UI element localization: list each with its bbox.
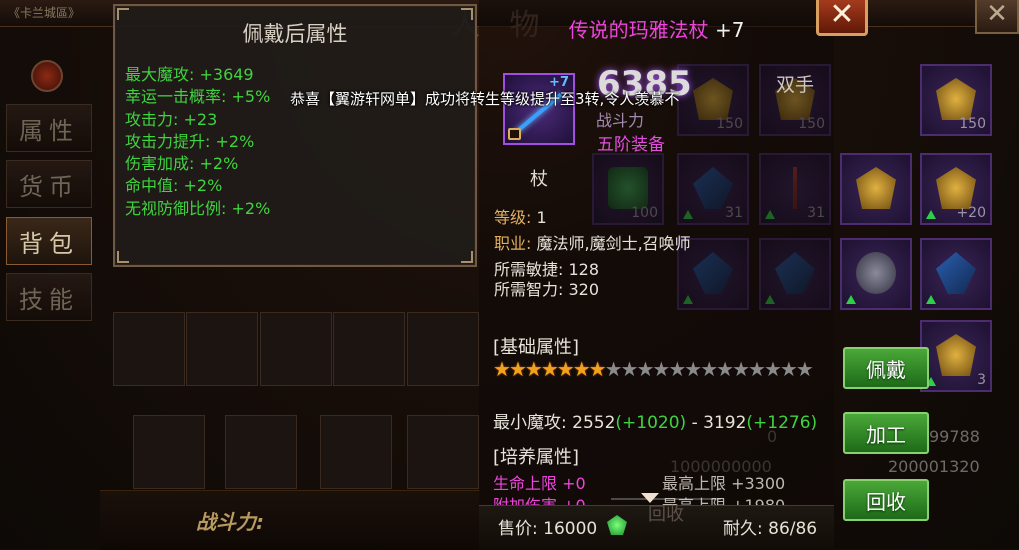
- item-icon: [936, 167, 976, 209]
- close-button[interactable]: ✕: [816, 0, 868, 36]
- equip-slot[interactable]: [113, 312, 185, 386]
- base-attr-header: [基础属性]: [493, 337, 580, 358]
- item-durability: 耐久: 86/86: [723, 519, 818, 539]
- grow-hp: 生命上限 +0: [493, 474, 586, 493]
- staff-item-icon: +7: [503, 73, 575, 145]
- character-medal-icon[interactable]: [31, 60, 63, 92]
- equip-slot[interactable]: [333, 312, 405, 386]
- panel-corner: [117, 251, 129, 263]
- item-name: 传说的玛雅法杖 +7: [479, 14, 834, 43]
- equip-slot[interactable]: [260, 312, 332, 386]
- currency-value: 200001320: [888, 457, 980, 476]
- slot-count: 3: [977, 372, 986, 388]
- window-close-icon[interactable]: ✕: [975, 0, 1019, 34]
- inventory-slot[interactable]: [920, 238, 992, 310]
- item-type: 杖: [530, 169, 548, 190]
- inventory-slot[interactable]: 150: [920, 64, 992, 136]
- upgrade-arrow-icon: [926, 210, 936, 219]
- item-power-label: 战斗力: [596, 111, 645, 130]
- equip-slot[interactable]: [320, 415, 392, 489]
- grow-hp-cap: 最高上限 +3300: [662, 474, 786, 493]
- upgrade-arrow-icon: [926, 295, 936, 304]
- stat-hit: 命中值: +2%: [125, 176, 223, 196]
- stat-attack: 攻击力: +23: [125, 109, 218, 129]
- system-broadcast: 恭喜【翼游轩网单】成功将转生等级提升至3转,令人羡慕不: [290, 90, 680, 108]
- item-icon: [936, 252, 976, 294]
- item-price: 售价: 16000: [498, 519, 598, 539]
- star-rating: ★★★★★★★★★★★★★★★★★★★★: [493, 358, 837, 381]
- scroll-down-icon[interactable]: [641, 493, 659, 503]
- equip-slot[interactable]: [407, 415, 479, 489]
- item-icon: [936, 334, 976, 376]
- attr-level: 等级: 1: [494, 208, 547, 227]
- tab-skills[interactable]: 技能: [6, 273, 92, 321]
- item-enhance-level: +7: [714, 18, 745, 42]
- inventory-slot[interactable]: +20: [920, 153, 992, 225]
- stat-damage-bonus: 伤害加成: +2%: [125, 154, 239, 174]
- equip-slot[interactable]: [407, 312, 479, 386]
- equipped-attributes-title: 佩戴后属性: [242, 22, 348, 46]
- star-empty-icon: ★: [795, 357, 814, 381]
- background-recycle-button: 回收: [648, 504, 684, 525]
- stat-attack-boost: 攻击力提升: +2%: [125, 131, 255, 151]
- equipped-stat-list: 最大魔攻: +3649 幸运一击概率: +5% 攻击力: +23 攻击力提升: …: [125, 64, 270, 220]
- equip-slot[interactable]: [225, 415, 297, 489]
- stat-ignore-defense: 无视防御比例: +2%: [125, 198, 271, 218]
- slot-count: 150: [959, 116, 986, 132]
- grow-damage: 附加伤害 +0: [493, 492, 586, 505]
- inventory-slot[interactable]: [840, 238, 912, 310]
- item-hand-type: 双手: [776, 74, 815, 96]
- equipped-attributes-panel: 佩戴后属性 最大魔攻: +3649 幸运一击概率: +5% 攻击力: +23 攻…: [113, 4, 477, 267]
- tab-currency[interactable]: 货币: [6, 160, 92, 208]
- process-button[interactable]: 加工: [843, 412, 929, 454]
- inventory-slot[interactable]: 3: [920, 320, 992, 392]
- item-icon: [936, 78, 976, 120]
- broadcast-clip: 恭喜【翼游轩网单】成功将转生等级提升至3转,令人羡慕不: [290, 86, 730, 108]
- currency-value: 99788: [929, 427, 980, 446]
- item-tier: 五阶装备: [597, 135, 665, 155]
- grow-attr-header: [培养属性]: [493, 447, 580, 468]
- bottom-panel: [100, 490, 480, 550]
- min-magic-attack: 最小魔攻: 2552(+1020) - 3192(+1276): [493, 413, 818, 433]
- tab-attributes[interactable]: 属性: [6, 104, 92, 152]
- item-icon: [856, 167, 896, 209]
- slot-count: +20: [956, 205, 986, 221]
- item-name-text: 传说的玛雅法杖: [568, 18, 709, 42]
- upgrade-arrow-icon: [846, 295, 856, 304]
- breadcrumb: 《卡兰城區》: [8, 6, 81, 20]
- combat-power-label: 战斗力:: [196, 510, 264, 534]
- recycle-button[interactable]: 回收: [843, 479, 929, 521]
- attr-req-int: 所需智力: 320: [494, 280, 600, 299]
- attr-class: 职业: 魔法师,魔剑士,召唤师: [494, 234, 691, 253]
- stat-max-magic-attack: 最大魔攻: +3649: [125, 65, 254, 84]
- equip-slot[interactable]: [186, 312, 258, 386]
- stat-lucky-hit: 幸运一击概率: +5%: [125, 87, 271, 107]
- panel-corner: [461, 251, 473, 263]
- inventory-slot[interactable]: [840, 153, 912, 225]
- tab-backpack[interactable]: 背包: [6, 217, 92, 265]
- lock-icon: [508, 128, 521, 140]
- equip-button[interactable]: 佩戴: [843, 347, 929, 389]
- attr-req-dex: 所需敏捷: 128: [494, 260, 600, 279]
- equip-slot[interactable]: [133, 415, 205, 489]
- item-icon: [856, 252, 896, 294]
